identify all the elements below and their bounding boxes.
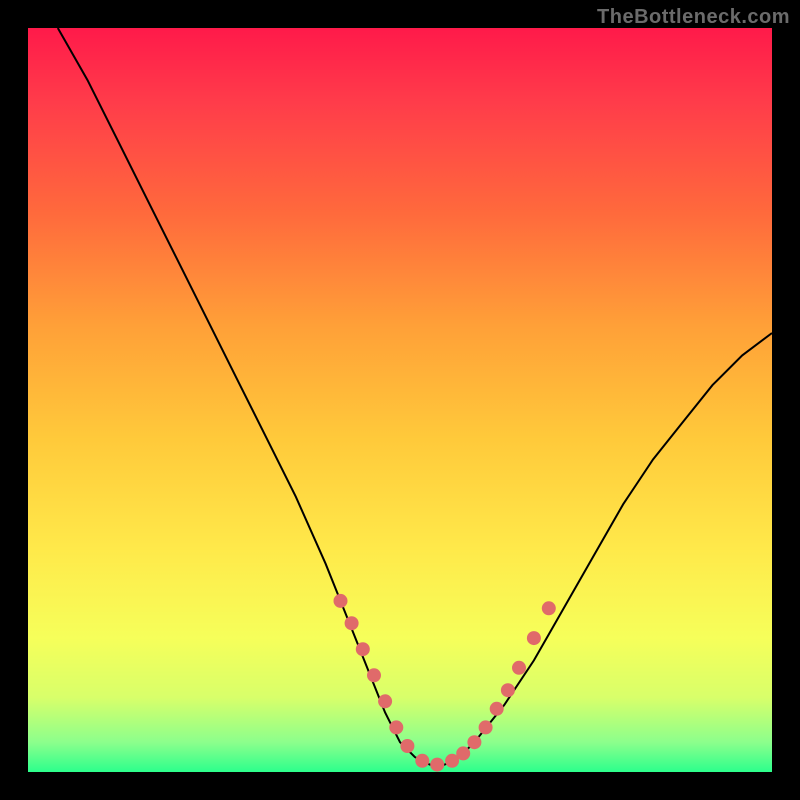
marker-dot <box>527 631 541 645</box>
chart-svg <box>28 28 772 772</box>
marker-dot <box>479 720 493 734</box>
marker-dot <box>456 746 470 760</box>
marker-dot <box>345 616 359 630</box>
marker-dot <box>512 661 526 675</box>
marker-dot <box>334 594 348 608</box>
chart-frame: TheBottleneck.com <box>0 0 800 800</box>
marker-dot <box>400 739 414 753</box>
marker-dot <box>389 720 403 734</box>
curve-path <box>58 28 772 765</box>
marker-dot <box>356 642 370 656</box>
marker-dot <box>367 668 381 682</box>
plot-area <box>28 28 772 772</box>
curve-line <box>58 28 772 765</box>
marker-dot <box>415 754 429 768</box>
marker-dots <box>334 594 556 772</box>
marker-dot <box>467 735 481 749</box>
marker-dot <box>378 694 392 708</box>
marker-dot <box>542 601 556 615</box>
marker-dot <box>490 702 504 716</box>
marker-dot <box>501 683 515 697</box>
watermark-text: TheBottleneck.com <box>597 6 790 29</box>
marker-dot <box>430 758 444 772</box>
